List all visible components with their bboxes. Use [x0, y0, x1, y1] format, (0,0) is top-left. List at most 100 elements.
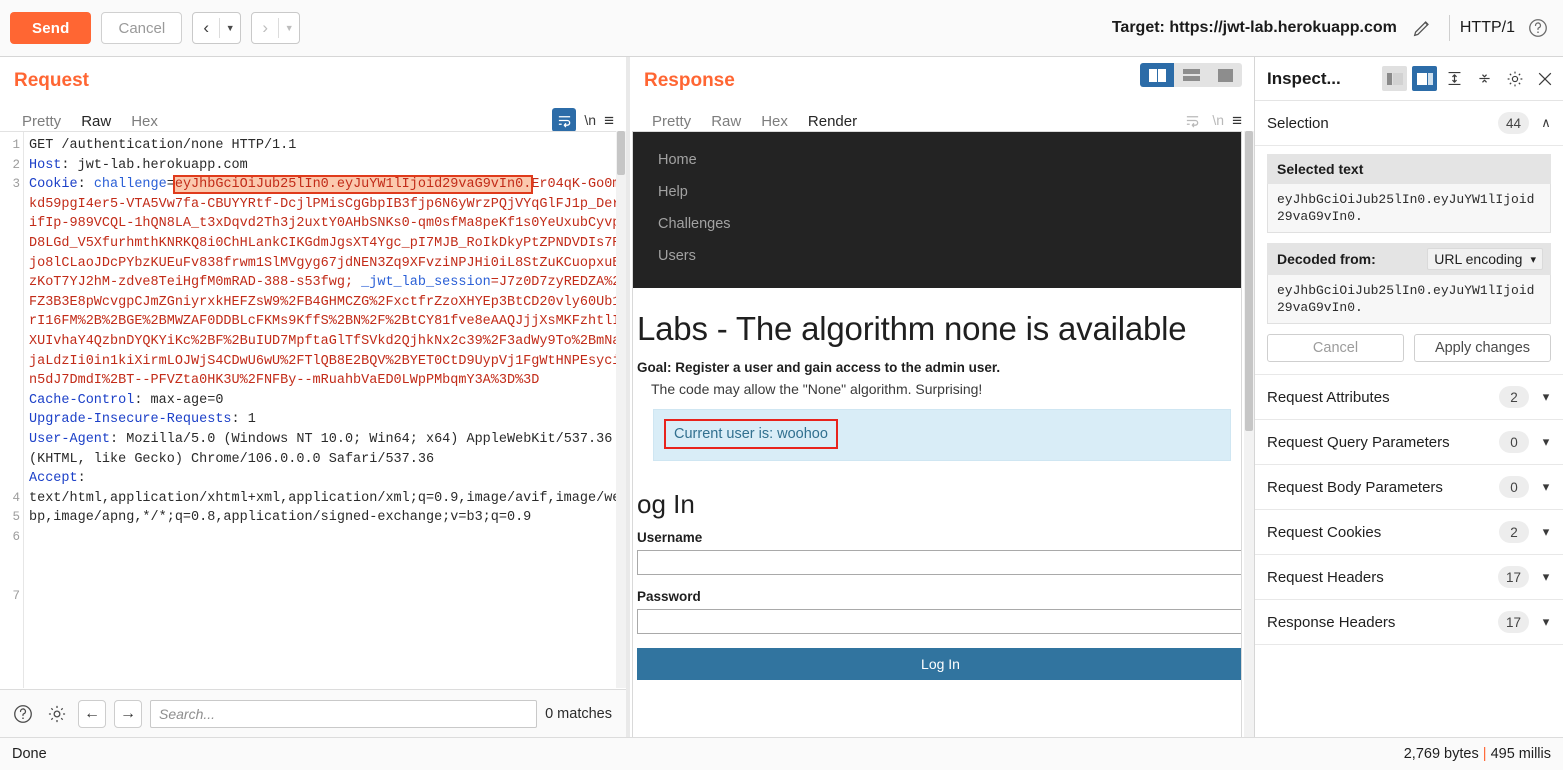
- decoded-from-label: Decoded from:: [1277, 251, 1376, 267]
- request-line-method: GET /authentication/none HTTP/1.1: [29, 138, 297, 153]
- search-next-button[interactable]: →: [114, 699, 142, 728]
- section-count-badge: 0: [1499, 476, 1529, 498]
- header-name-cache-control: Cache-Control: [29, 392, 135, 408]
- cancel-button[interactable]: Cancel: [1267, 334, 1404, 362]
- request-pane-title: Request: [14, 70, 89, 91]
- header-name-user-agent: User-Agent: [29, 431, 111, 447]
- nav-link-home[interactable]: Home: [633, 144, 1241, 176]
- decoded-from-select[interactable]: URL encoding ▾: [1427, 248, 1543, 270]
- next-request-dropdown-icon[interactable]: ▼: [279, 13, 299, 43]
- inspector-left-layout-icon[interactable]: [1382, 66, 1407, 91]
- previous-request-split-button[interactable]: ‹ ▼: [192, 12, 242, 44]
- search-input[interactable]: [150, 699, 538, 728]
- status-bar: Done 2,769 bytes | 495 millis: [0, 737, 1563, 770]
- line-number: 1: [12, 138, 20, 152]
- line-number: 2: [12, 157, 20, 172]
- decoded-value[interactable]: eyJhbGciOiJub25lIn0.eyJuYW1lIjoid29vaG9v…: [1267, 275, 1551, 324]
- header-name-upgrade-insecure-requests: Upgrade-Insecure-Requests: [29, 412, 232, 428]
- request-menu-icon[interactable]: ≡: [604, 112, 614, 129]
- previous-request-dropdown-icon[interactable]: ▼: [220, 13, 240, 43]
- section-label: Request Body Parameters: [1267, 478, 1443, 496]
- next-request-button[interactable]: ›: [252, 13, 278, 43]
- jwt-signature-remainder: Er04qK-Go0mkd59pgI4er5-VTA5Vw7fa-CBUYYRt…: [29, 177, 621, 291]
- close-icon[interactable]: [1532, 66, 1557, 91]
- search-previous-button[interactable]: ←: [78, 699, 106, 728]
- header-value-user-agent: Mozilla/5.0 (Windows NT 10.0; Win64; x64…: [29, 431, 613, 467]
- inspector-pane: Inspect... Selection 44 ∧ Selected text …: [1255, 57, 1563, 737]
- newline-toggle-icon[interactable]: \n: [1212, 112, 1224, 128]
- request-pane: Request Pretty Raw Hex \n ≡ 1 2 3 4 5 6 …: [0, 57, 626, 737]
- send-button[interactable]: Send: [10, 12, 92, 44]
- previous-request-button[interactable]: ‹: [193, 13, 219, 43]
- response-time: 495 millis: [1490, 746, 1551, 762]
- response-metrics: 2,769 bytes | 495 millis: [1404, 746, 1551, 762]
- next-request-split-button[interactable]: › ▼: [251, 12, 301, 44]
- inspector-section-request-query-parameters[interactable]: Request Query Parameters 0 ▾: [1255, 420, 1563, 465]
- inspector-section-request-attributes[interactable]: Request Attributes 2 ▾: [1255, 375, 1563, 420]
- login-button[interactable]: Log In: [637, 648, 1241, 680]
- help-circle-icon[interactable]: [10, 701, 36, 727]
- response-menu-icon[interactable]: ≡: [1232, 112, 1242, 129]
- chevron-down-icon[interactable]: ▾: [1539, 569, 1553, 585]
- gear-icon[interactable]: [1502, 66, 1527, 91]
- header-name-accept: Accept: [29, 471, 78, 487]
- word-wrap-icon[interactable]: [552, 108, 577, 132]
- chevron-down-icon[interactable]: ▾: [1539, 524, 1553, 540]
- line-number-gutter: 1 2 3 4 5 6 7: [0, 132, 24, 688]
- request-scrollbar[interactable]: [616, 131, 626, 688]
- login-heading: og In: [637, 489, 695, 519]
- password-input[interactable]: [637, 609, 1241, 634]
- inspector-right-layout-icon[interactable]: [1412, 66, 1437, 91]
- line-number: 7: [12, 588, 20, 603]
- stacked-view-icon[interactable]: [1174, 63, 1208, 87]
- help-circle-icon[interactable]: [1523, 13, 1553, 43]
- selected-text-label: Selected text: [1267, 154, 1551, 184]
- request-editor[interactable]: 1 2 3 4 5 6 7 GET /authentication/none H…: [0, 131, 626, 688]
- inspector-section-response-headers[interactable]: Response Headers 17 ▾: [1255, 600, 1563, 645]
- inspector-section-request-headers[interactable]: Request Headers 17 ▾: [1255, 555, 1563, 600]
- toolbar-right-group: Target: https://jwt-lab.herokuapp.com HT…: [1112, 13, 1553, 43]
- rendered-page-body: Labs - The algorithm none is available G…: [633, 288, 1241, 680]
- username-input[interactable]: [637, 550, 1241, 575]
- nav-link-help[interactable]: Help: [633, 176, 1241, 208]
- collapse-all-icon[interactable]: [1472, 66, 1497, 91]
- selected-jwt-token[interactable]: eyJhbGciOiJub25lIn0.eyJuYW1lIjoid29vaG9v…: [172, 175, 534, 195]
- section-label: Request Attributes: [1267, 388, 1390, 406]
- scrollbar-thumb[interactable]: [1245, 131, 1253, 431]
- inspector-section-request-body-parameters[interactable]: Request Body Parameters 0 ▾: [1255, 465, 1563, 510]
- chevron-down-icon[interactable]: ▾: [1539, 614, 1553, 630]
- section-label: Response Headers: [1267, 613, 1396, 631]
- password-label: Password: [637, 589, 701, 604]
- inspector-section-request-cookies[interactable]: Request Cookies 2 ▾: [1255, 510, 1563, 555]
- chevron-down-icon[interactable]: ▾: [1539, 479, 1553, 495]
- chevron-down-icon[interactable]: ▾: [1539, 389, 1553, 405]
- gear-icon[interactable]: [44, 701, 70, 727]
- page-heading: Labs - The algorithm none is available: [637, 310, 1187, 347]
- http-version-label[interactable]: HTTP/1: [1460, 19, 1515, 37]
- single-view-icon[interactable]: [1208, 63, 1242, 87]
- chevron-up-icon[interactable]: ∧: [1539, 115, 1553, 131]
- rendered-page-navbar: Home Help Challenges Users: [633, 132, 1241, 288]
- side-by-side-view-icon[interactable]: [1140, 63, 1174, 87]
- word-wrap-icon[interactable]: [1180, 108, 1204, 132]
- nav-link-challenges[interactable]: Challenges: [633, 208, 1241, 240]
- inspector-section-selection[interactable]: Selection 44 ∧: [1255, 101, 1563, 146]
- expand-all-icon[interactable]: [1442, 66, 1467, 91]
- selected-text-value[interactable]: eyJhbGciOiJub25lIn0.eyJuYW1lIjoid29vaG9v…: [1267, 184, 1551, 233]
- cookie-name-challenge: challenge: [85, 177, 167, 193]
- layout-view-toggle-group: [1140, 63, 1242, 87]
- apply-changes-button[interactable]: Apply changes: [1414, 334, 1551, 362]
- rendered-response-frame: Home Help Challenges Users Labs - The al…: [632, 131, 1242, 737]
- hint-text: The code may allow the "None" algorithm.…: [651, 381, 983, 397]
- section-count-badge: 17: [1497, 611, 1529, 633]
- response-scrollbar[interactable]: [1244, 131, 1254, 737]
- scrollbar-thumb[interactable]: [617, 131, 625, 175]
- pencil-icon[interactable]: [1405, 13, 1439, 43]
- cancel-button[interactable]: Cancel: [101, 12, 183, 44]
- metrics-separator: |: [1482, 746, 1487, 762]
- chevron-down-icon[interactable]: ▾: [1539, 434, 1553, 450]
- nav-link-users[interactable]: Users: [633, 240, 1241, 272]
- selection-button-row: Cancel Apply changes: [1267, 334, 1551, 362]
- newline-toggle-icon[interactable]: \n: [584, 112, 596, 128]
- request-raw-text[interactable]: GET /authentication/none HTTP/1.1 Host: …: [24, 132, 626, 688]
